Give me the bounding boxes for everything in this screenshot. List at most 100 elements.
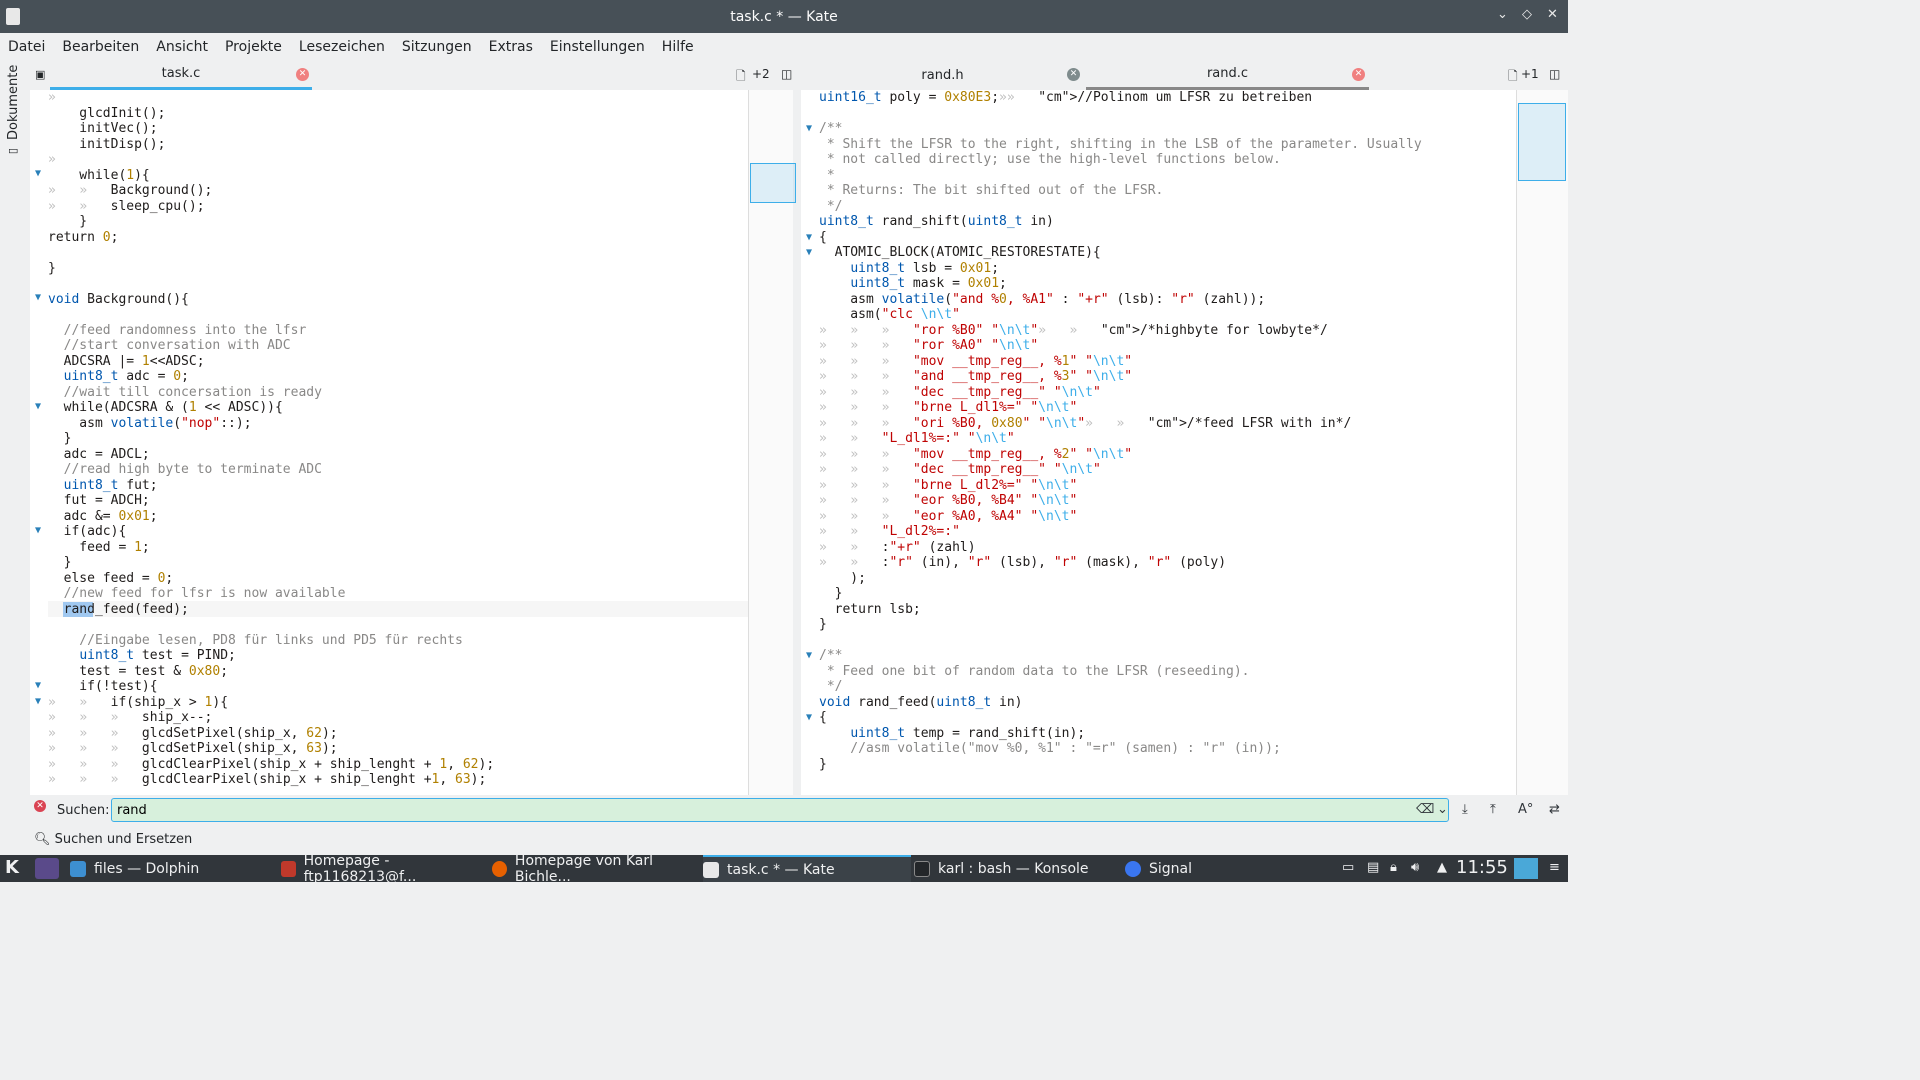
tab-close-icon[interactable]: ✕ xyxy=(296,68,309,81)
code-line[interactable]: } xyxy=(48,214,494,230)
code-line[interactable]: { xyxy=(819,230,1422,246)
fold-marker-icon[interactable]: ▼ xyxy=(30,525,46,536)
task-dolphin[interactable]: files — Dolphin xyxy=(70,855,278,882)
split-view-icon[interactable]: ◫ xyxy=(781,67,792,81)
code-line[interactable]: glcdInit(); xyxy=(48,106,494,122)
code-line[interactable]: initDisp(); xyxy=(48,137,494,153)
menu-ansicht[interactable]: Ansicht xyxy=(156,39,208,55)
code-line[interactable]: uint8_t mask = 0x01; xyxy=(819,276,1422,292)
close-search-icon[interactable]: ✕ xyxy=(34,800,46,812)
code-line[interactable]: if(adc){ xyxy=(48,524,494,540)
code-line[interactable]: » » "L_dl2%=:" xyxy=(819,524,1422,540)
code-line[interactable]: » » » "ori %B0, 0x80" "\n\t"» » "cm">/*f… xyxy=(819,416,1422,432)
right-code-text[interactable]: uint16_t poly = 0x80E3;»» "cm">//Polinom… xyxy=(819,90,1422,772)
right-minimap[interactable] xyxy=(1516,90,1568,795)
fold-marker-icon[interactable]: ▼ xyxy=(801,712,817,723)
tab-rand-c[interactable]: rand.c ✕ xyxy=(1086,60,1369,90)
document-icon[interactable]: 🗋 xyxy=(736,67,746,88)
code-line[interactable]: asm volatile("and %0, %A1" : "+r" (lsb):… xyxy=(819,292,1422,308)
code-line[interactable]: //wait till concersation is ready xyxy=(48,385,494,401)
code-line[interactable]: asm volatile("nop"::); xyxy=(48,416,494,432)
search-input[interactable] xyxy=(111,798,1449,822)
menu-extras[interactable]: Extras xyxy=(489,39,533,55)
desktop-pager-icon[interactable] xyxy=(1514,858,1538,879)
fold-marker-icon[interactable]: ▼ xyxy=(801,650,817,661)
fold-marker-icon[interactable]: ▼ xyxy=(801,123,817,134)
code-line[interactable]: { xyxy=(819,710,1422,726)
code-line[interactable]: */ xyxy=(819,679,1422,695)
maximize-icon[interactable]: ◇ xyxy=(1522,7,1532,22)
code-line[interactable]: ); xyxy=(819,571,1422,587)
fold-marker-icon[interactable]: ▼ xyxy=(801,247,817,258)
code-line[interactable]: //asm volatile("mov %0, %1" : "=r" (same… xyxy=(819,741,1422,757)
window-titlebar[interactable]: task.c * — Kate ⌄ ◇ ✕ xyxy=(0,0,1568,33)
left-editor[interactable]: ▼ ▼ ▼ ▼ ▼ ▼ » glcdInit(); initVec(); ini… xyxy=(30,90,748,795)
menu-datei[interactable]: Datei xyxy=(8,39,45,55)
left-minimap[interactable] xyxy=(748,90,796,795)
code-line[interactable]: uint8_t adc = 0; xyxy=(48,369,494,385)
code-line[interactable]: » » sleep_cpu(); xyxy=(48,199,494,215)
minimap-viewport[interactable] xyxy=(1518,103,1566,181)
fold-marker-icon[interactable]: ▼ xyxy=(30,401,46,412)
code-line[interactable]: rand_feed(feed); xyxy=(48,602,494,618)
code-line[interactable]: » xyxy=(48,152,494,168)
task-homepage-ftp[interactable]: Homepage - ftp1168213@f... xyxy=(281,853,489,885)
documents-icon[interactable]: ▭ xyxy=(8,144,18,157)
menu-lesezeichen[interactable]: Lesezeichen xyxy=(299,39,385,55)
code-line[interactable]: adc = ADCL; xyxy=(48,447,494,463)
code-line[interactable]: fut = ADCH; xyxy=(48,493,494,509)
code-line[interactable]: » » if(ship_x > 1){ xyxy=(48,695,494,711)
code-line[interactable]: » » :"r" (in), "r" (lsb), "r" (mask), "r… xyxy=(819,555,1422,571)
code-line[interactable]: void rand_feed(uint8_t in) xyxy=(819,695,1422,711)
code-line[interactable]: » » » "eor %B0, %B4" "\n\t" xyxy=(819,493,1422,509)
code-line[interactable]: » » » glcdSetPixel(ship_x, 62); xyxy=(48,726,494,742)
save-icon[interactable]: ▣ xyxy=(35,68,45,81)
code-line[interactable]: uint16_t poly = 0x80E3;»» "cm">//Polinom… xyxy=(819,90,1422,106)
code-line[interactable]: } xyxy=(819,617,1422,633)
code-line[interactable]: else feed = 0; xyxy=(48,571,494,587)
code-line[interactable]: feed = 1; xyxy=(48,540,494,556)
code-line[interactable]: uint8_t fut; xyxy=(48,478,494,494)
lock-icon[interactable]: 🔒︎ xyxy=(1390,860,1397,875)
code-line[interactable]: » » » "brne L_dl2%=" "\n\t" xyxy=(819,478,1422,494)
toggle-replace-icon[interactable]: ⇄ xyxy=(1549,802,1560,817)
fold-marker-icon[interactable]: ▼ xyxy=(801,232,817,243)
code-line[interactable]: } xyxy=(819,586,1422,602)
code-line[interactable]: » » » "mov __tmp_reg__, %2" "\n\t" xyxy=(819,447,1422,463)
search-options-icon[interactable]: A° xyxy=(1518,802,1533,817)
code-line[interactable] xyxy=(48,245,494,261)
app-launcher-icon[interactable]: K xyxy=(5,857,19,878)
code-line[interactable]: » » » "brne L_dl1%=" "\n\t" xyxy=(819,400,1422,416)
code-line[interactable]: */ xyxy=(819,199,1422,215)
tab-task-c[interactable]: task.c ✕ xyxy=(50,60,312,90)
code-line[interactable]: * not called directly; use the high-leve… xyxy=(819,152,1422,168)
code-line[interactable]: if(!test){ xyxy=(48,679,494,695)
code-line[interactable]: test = test & 0x80; xyxy=(48,664,494,680)
menu-sitzungen[interactable]: Sitzungen xyxy=(402,39,472,55)
code-line[interactable]: » » Background(); xyxy=(48,183,494,199)
clock[interactable]: 11:55 xyxy=(1456,857,1508,878)
menu-icon[interactable]: ≡ xyxy=(1549,860,1560,875)
code-line[interactable]: return 0; xyxy=(48,230,494,246)
code-line[interactable]: //read high byte to terminate ADC xyxy=(48,462,494,478)
code-line[interactable]: » » » glcdClearPixel(ship_x + ship_lengh… xyxy=(48,757,494,773)
code-line[interactable]: » » » "dec __tmp_reg__" "\n\t" xyxy=(819,462,1422,478)
activities-icon[interactable] xyxy=(35,858,59,879)
code-line[interactable]: //Eingabe lesen, PD8 für links und PD5 f… xyxy=(48,633,494,649)
fold-marker-icon[interactable]: ▼ xyxy=(30,680,46,691)
code-line[interactable]: } xyxy=(819,757,1422,773)
code-line[interactable]: » » » "eor %A0, %A4" "\n\t" xyxy=(819,509,1422,525)
sidebar-documents-tab[interactable]: Dokumente xyxy=(6,65,21,140)
code-line[interactable]: » » » glcdClearPixel(ship_x + ship_lengh… xyxy=(48,772,494,788)
code-line[interactable] xyxy=(48,617,494,633)
code-line[interactable]: adc &= 0x01; xyxy=(48,509,494,525)
code-line[interactable]: » » » "and __tmp_reg__, %3" "\n\t" xyxy=(819,369,1422,385)
tray-expand-icon[interactable]: ▲ xyxy=(1437,860,1447,875)
code-line[interactable]: » » » "dec __tmp_reg__" "\n\t" xyxy=(819,385,1422,401)
code-line[interactable]: while(1){ xyxy=(48,168,494,184)
fold-marker-icon[interactable]: ▼ xyxy=(30,292,46,303)
task-signal[interactable]: Signal xyxy=(1125,855,1325,882)
code-line[interactable]: ATOMIC_BLOCK(ATOMIC_RESTORESTATE){ xyxy=(819,245,1422,261)
code-line[interactable]: * xyxy=(819,168,1422,184)
code-line[interactable] xyxy=(48,276,494,292)
